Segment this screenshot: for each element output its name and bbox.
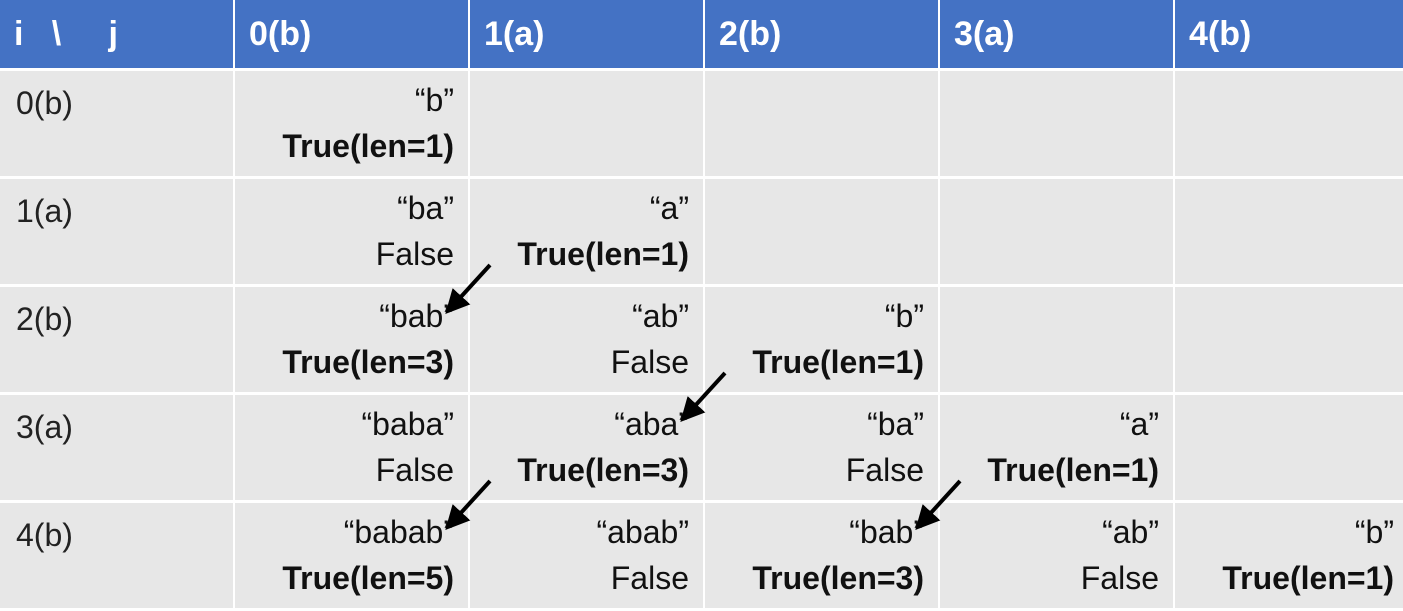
dp-cell-0-3 xyxy=(940,71,1173,176)
substring-label: “aba” xyxy=(614,406,689,442)
palindrome-value: False xyxy=(375,452,454,488)
dp-cell-1-3 xyxy=(940,179,1173,284)
dp-cell-4-3: “ab” False xyxy=(940,503,1173,608)
substring-label: “b” xyxy=(1354,514,1394,550)
dp-cell-3-1: “aba” True(len=3) xyxy=(470,395,703,500)
palindrome-value: True(len=1) xyxy=(987,452,1159,488)
substring-label: “baba” xyxy=(361,406,455,442)
dp-cell-2-4 xyxy=(1175,287,1403,392)
palindrome-value: False xyxy=(375,236,454,272)
substring-label: “babab” xyxy=(343,514,454,550)
dp-cell-1-4 xyxy=(1175,179,1403,284)
substring-label: “ba” xyxy=(397,190,454,226)
substring-label: “ab” xyxy=(632,298,689,334)
substring-label: “bab” xyxy=(849,514,924,550)
row-label-3: 3(a) xyxy=(0,395,233,500)
header-col-3: 3(a) xyxy=(940,0,1173,68)
palindrome-value: True(len=1) xyxy=(752,344,924,380)
header-col-0: 0(b) xyxy=(235,0,468,68)
substring-label: “a” xyxy=(1119,406,1159,442)
substring-label: “a” xyxy=(649,190,689,226)
substring-label: “b” xyxy=(884,298,924,334)
dp-cell-4-0: “babab” True(len=5) xyxy=(235,503,468,608)
dp-cell-4-1: “abab” False xyxy=(470,503,703,608)
substring-label: “ba” xyxy=(867,406,924,442)
dp-cell-1-2 xyxy=(705,179,938,284)
dp-cell-0-1 xyxy=(470,71,703,176)
dp-cell-1-0: “ba” False xyxy=(235,179,468,284)
palindrome-value: False xyxy=(610,344,689,380)
dp-cell-1-1: “a” True(len=1) xyxy=(470,179,703,284)
palindrome-value: True(len=1) xyxy=(517,236,689,272)
header-col-4: 4(b) xyxy=(1175,0,1403,68)
dp-cell-3-4 xyxy=(1175,395,1403,500)
dp-cell-0-0: “b” True(len=1) xyxy=(235,71,468,176)
dp-cell-4-2: “bab” True(len=3) xyxy=(705,503,938,608)
header-col-2: 2(b) xyxy=(705,0,938,68)
dp-cell-2-3 xyxy=(940,287,1173,392)
substring-label: “ab” xyxy=(1102,514,1159,550)
palindrome-value: True(len=3) xyxy=(517,452,689,488)
palindrome-value: True(len=5) xyxy=(282,560,454,596)
dp-cell-0-2 xyxy=(705,71,938,176)
dp-cell-3-0: “baba” False xyxy=(235,395,468,500)
row-label-2: 2(b) xyxy=(0,287,233,392)
palindrome-value: True(len=3) xyxy=(282,344,454,380)
dp-cell-4-4: “b” True(len=1) xyxy=(1175,503,1403,608)
dp-cell-2-2: “b” True(len=1) xyxy=(705,287,938,392)
palindrome-value: False xyxy=(610,560,689,596)
header-corner: i \ j xyxy=(0,0,233,68)
dp-cell-3-3: “a” True(len=1) xyxy=(940,395,1173,500)
row-label-4: 4(b) xyxy=(0,503,233,608)
palindrome-value: True(len=3) xyxy=(752,560,924,596)
dp-cell-2-1: “ab” False xyxy=(470,287,703,392)
substring-label: “b” xyxy=(414,82,454,118)
dp-table: i \ j 0(b) 1(a) 2(b) 3(a) 4(b) 0(b) “b” Tr… xyxy=(0,0,1403,611)
palindrome-value: False xyxy=(1080,560,1159,596)
dp-cell-3-2: “ba” False xyxy=(705,395,938,500)
header-col-1: 1(a) xyxy=(470,0,703,68)
palindrome-value: True(len=1) xyxy=(282,128,454,164)
row-label-1: 1(a) xyxy=(0,179,233,284)
substring-label: “abab” xyxy=(596,514,690,550)
row-label-0: 0(b) xyxy=(0,71,233,176)
dp-cell-0-4 xyxy=(1175,71,1403,176)
palindrome-value: True(len=1) xyxy=(1222,560,1394,596)
substring-label: “bab” xyxy=(379,298,454,334)
palindrome-value: False xyxy=(845,452,924,488)
dp-cell-2-0: “bab” True(len=3) xyxy=(235,287,468,392)
